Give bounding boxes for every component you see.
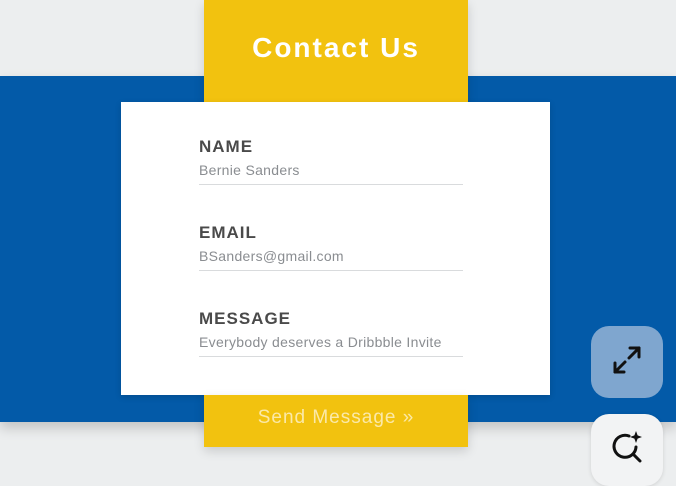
contact-form-card: NAME EMAIL MESSAGE (121, 102, 550, 395)
ai-search-icon (607, 428, 647, 473)
email-input[interactable] (199, 248, 463, 271)
name-label: NAME (199, 137, 254, 156)
ai-search-button[interactable] (591, 414, 663, 486)
message-field-group: MESSAGE (199, 308, 463, 357)
header-panel: Contact Us (204, 0, 468, 102)
name-field-group: NAME (199, 136, 463, 185)
email-field-group: EMAIL (199, 222, 463, 271)
message-label: MESSAGE (199, 309, 292, 328)
message-input[interactable] (199, 334, 463, 357)
page-title: Contact Us (252, 32, 420, 63)
send-message-button[interactable]: Send Message » (204, 395, 468, 447)
name-input[interactable] (199, 162, 463, 185)
email-label: EMAIL (199, 223, 257, 242)
expand-button[interactable] (591, 326, 663, 398)
expand-icon (609, 342, 645, 383)
